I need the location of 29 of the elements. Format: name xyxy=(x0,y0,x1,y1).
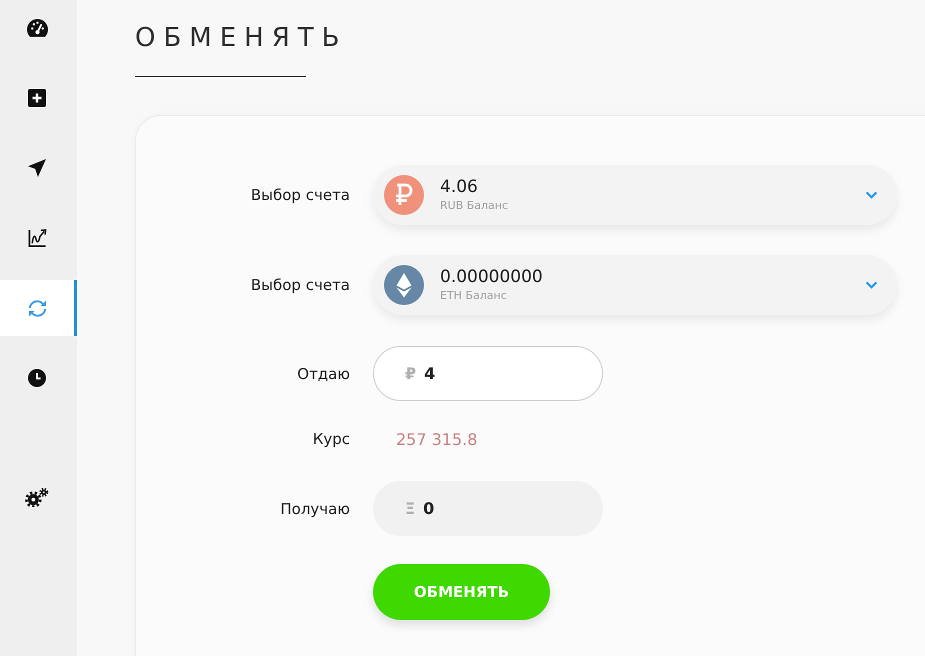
chevron-down-icon xyxy=(865,281,878,289)
field-label: Курс xyxy=(312,430,350,448)
account-caption: ETH Баланс xyxy=(440,289,508,303)
currency-symbol: ₽ xyxy=(405,364,416,383)
give-amount-field[interactable]: ₽ 4 xyxy=(373,346,603,401)
page-title: ОБМЕНЯТЬ xyxy=(135,22,348,54)
ether-coin-icon xyxy=(384,265,424,305)
paper-plane-icon xyxy=(28,159,46,177)
amount-value: 0 xyxy=(423,499,434,518)
account-select[interactable]: 0.00000000 ETH Баланс xyxy=(373,255,897,315)
gears-icon xyxy=(25,487,49,507)
field-label: Выбор счета xyxy=(250,186,350,204)
plus-square-icon xyxy=(28,89,46,107)
gauge-icon xyxy=(26,18,48,38)
account-caption: RUB Баланс xyxy=(440,199,508,213)
account-select[interactable]: 4.06 RUB Баланс xyxy=(373,165,897,225)
amount-value: 4 xyxy=(424,364,436,383)
field-label: Отдаю xyxy=(297,364,350,382)
account-amount: 0.00000000 xyxy=(440,267,543,287)
account-amount: 4.06 xyxy=(440,177,479,197)
exchange-rate: 257 315.8 xyxy=(396,430,478,448)
line-chart-icon xyxy=(26,228,48,248)
field-label: Выбор счета xyxy=(250,276,350,294)
clock-icon xyxy=(28,369,46,387)
field-label: Получаю xyxy=(280,500,350,518)
currency-symbol: Ξ xyxy=(405,499,416,518)
ruble-coin-icon xyxy=(384,175,424,215)
chevron-down-icon xyxy=(865,191,878,199)
refresh-icon xyxy=(26,298,48,318)
